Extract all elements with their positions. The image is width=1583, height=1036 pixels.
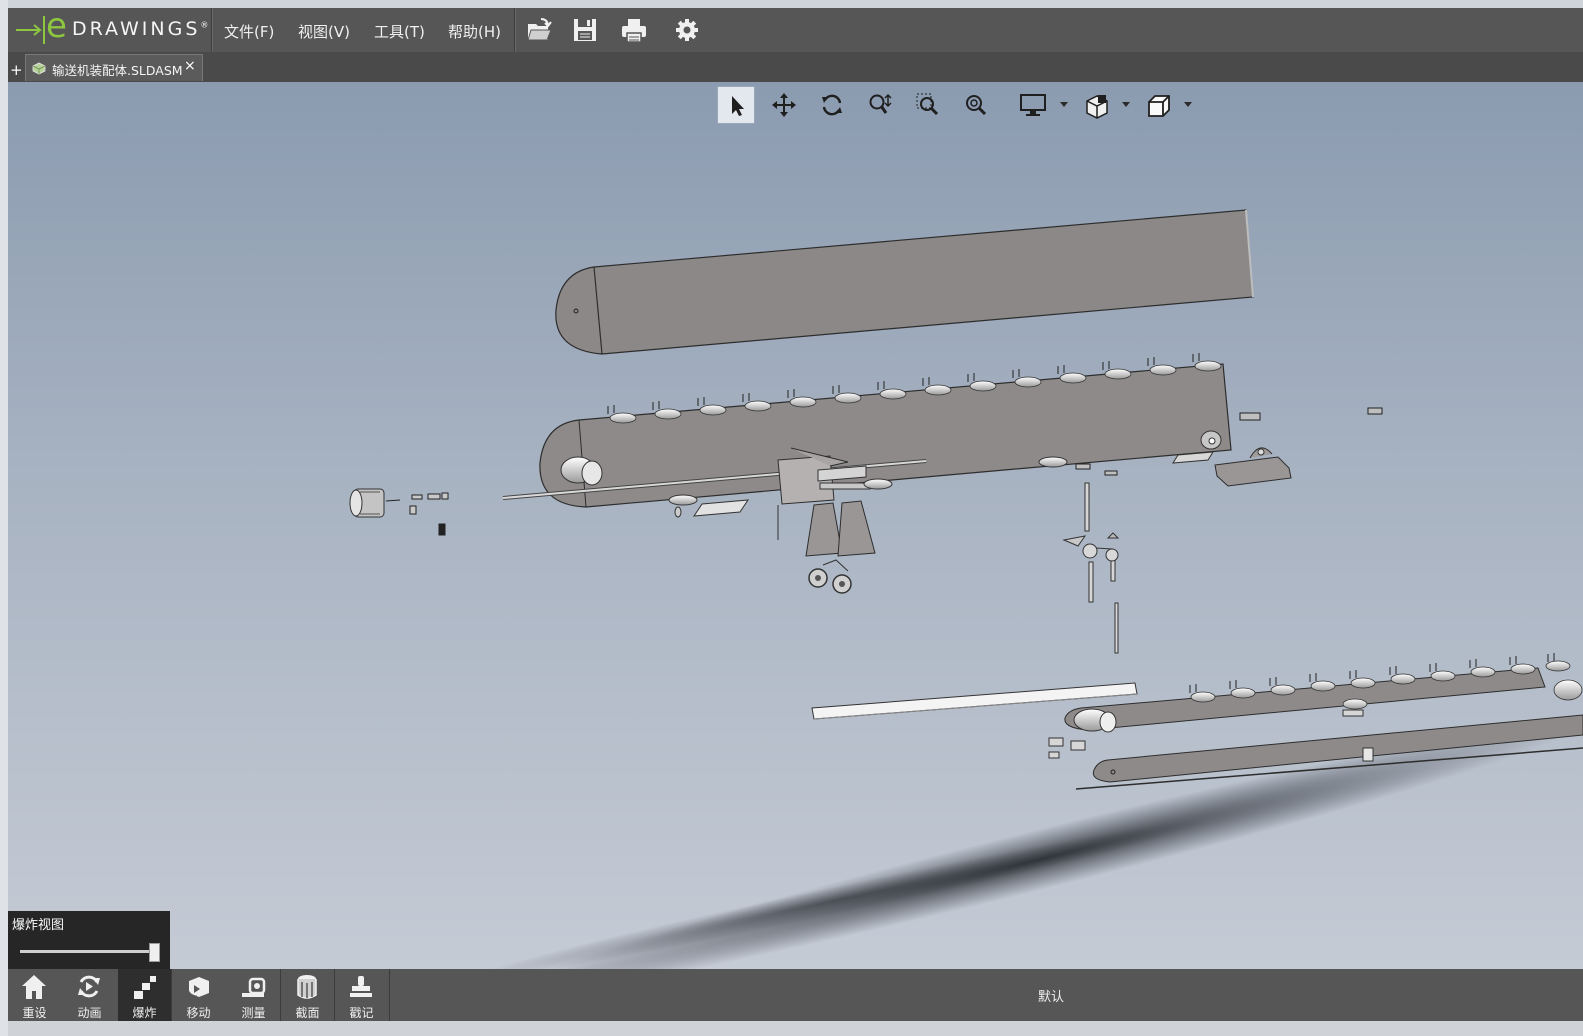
zoom-fit-icon [966, 95, 987, 116]
exploded-assembly-model[interactable] [8, 82, 1583, 969]
menu-file[interactable]: 文件(F) [224, 21, 274, 42]
section-shading-icon [1086, 95, 1108, 119]
configuration-status: 默认 [1038, 990, 1065, 1005]
display-style-dropdown-icon[interactable] [1060, 102, 1068, 107]
menu-help[interactable]: 帮助(H) [448, 21, 501, 42]
view-orientation-dropdown-icon[interactable] [1184, 102, 1192, 107]
view-orientation-button[interactable] [1139, 86, 1177, 124]
tab-close-icon[interactable]: × [184, 58, 196, 74]
section-icon [297, 975, 317, 999]
divider [514, 8, 515, 52]
animate-icon [78, 975, 100, 998]
move-icon [185, 977, 209, 999]
stamp-icon [350, 976, 372, 997]
select-tool-button[interactable] [717, 86, 755, 124]
tab-label: 输送机装配体.SLDASM [52, 63, 183, 78]
tab-document[interactable]: 输送机装配体.SLDASM × [25, 54, 203, 81]
tensioner-assembly-part[interactable] [1062, 482, 1120, 654]
divider [211, 8, 212, 52]
measure-button[interactable]: 测量 [227, 969, 280, 1021]
rotate-tool-button[interactable] [813, 86, 851, 124]
stamp-button[interactable]: 戳记 [335, 969, 388, 1021]
animate-button[interactable]: 动画 [63, 969, 116, 1021]
menu-view[interactable]: 视图(V) [298, 21, 350, 42]
reset-button[interactable]: 重设 [8, 969, 61, 1021]
explode-slider-track[interactable] [20, 950, 160, 953]
logo-registered-mark: ® [200, 20, 209, 30]
belt-cover-part[interactable] [555, 209, 1254, 355]
new-tab-button[interactable]: + [10, 62, 23, 78]
select-icon [732, 96, 744, 116]
assembly-icon [32, 62, 46, 75]
section-shading-dropdown-icon[interactable] [1122, 102, 1130, 107]
section-shading-button[interactable] [1077, 86, 1115, 124]
move-button[interactable]: 移动 [172, 969, 225, 1021]
measure-icon [242, 977, 266, 997]
zoom-fit-tool-button[interactable] [957, 86, 995, 124]
support-stand-part[interactable] [777, 447, 876, 594]
motor-part[interactable] [349, 488, 385, 518]
home-icon [22, 975, 46, 999]
reset-label: 重设 [22, 1006, 47, 1020]
save-icon[interactable] [571, 16, 599, 44]
view-orientation-icon [1148, 95, 1170, 117]
explode-view-panel: 爆炸视图 [8, 911, 170, 969]
section-label: 截面 [295, 1006, 320, 1020]
pan-icon [772, 93, 796, 117]
zoom-area-icon [916, 93, 939, 116]
zoom-icon [869, 93, 892, 114]
display-style-icon [1020, 94, 1046, 116]
edrawings-window: e DRAWINGS® 文件(F) 视图(V) 工具(T) 帮助(H) + 输送… [8, 0, 1583, 1036]
move-label: 移动 [186, 1006, 211, 1020]
explode-icon [134, 976, 156, 999]
logo-arrow-icon [16, 16, 45, 44]
zoom-tool-button[interactable] [861, 86, 899, 124]
zoom-area-tool-button[interactable] [909, 86, 947, 124]
explode-panel-title: 爆炸视图 [12, 918, 65, 933]
end-bracket-part[interactable] [1200, 430, 1292, 487]
graphics-viewport[interactable]: X Y [8, 82, 1583, 969]
pan-tool-button[interactable] [765, 86, 803, 124]
motor-coupling-parts[interactable] [385, 492, 449, 536]
print-icon[interactable] [620, 16, 648, 44]
logo-letter: e [46, 6, 67, 46]
bottom-toolbar: 重设 动画 爆炸 移动 测量 截面 戳记 默认 [8, 969, 1583, 1021]
divider [389, 969, 390, 1021]
explode-label: 爆炸 [132, 1006, 157, 1020]
logo-wordmark: DRAWINGS® [72, 18, 208, 40]
section-button[interactable]: 截面 [281, 969, 334, 1021]
explode-slider-handle[interactable] [149, 943, 160, 962]
display-style-button[interactable] [1013, 86, 1051, 124]
title-bar: e DRAWINGS® 文件(F) 视图(V) 工具(T) 帮助(H) [8, 6, 1583, 52]
menu-tools[interactable]: 工具(T) [374, 21, 425, 42]
rotate-icon [822, 94, 842, 116]
animate-label: 动画 [77, 1006, 102, 1020]
stamp-label: 戳记 [349, 1006, 374, 1020]
window-top-strip [8, 0, 1583, 8]
view-toolbar [717, 86, 1197, 126]
explode-button[interactable]: 爆炸 [118, 969, 171, 1021]
open-icon[interactable] [525, 16, 553, 44]
edrawings-logo: e DRAWINGS® [14, 6, 210, 46]
settings-gear-icon[interactable] [673, 16, 701, 44]
logo-name: DRAWINGS [72, 18, 201, 40]
taskbar-strip [8, 1021, 1583, 1036]
document-tab-bar: + 输送机装配体.SLDASM × [8, 52, 1583, 82]
measure-label: 测量 [241, 1006, 266, 1020]
